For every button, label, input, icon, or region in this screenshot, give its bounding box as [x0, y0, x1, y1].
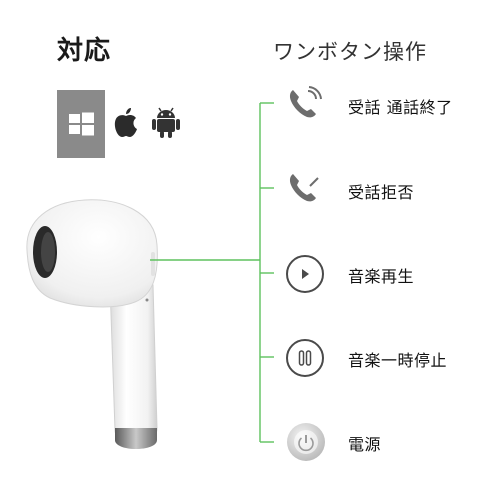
- one-button-title: ワンボタン操作: [273, 40, 427, 64]
- power-label: 電源: [348, 435, 382, 454]
- pause-button-icon: [286, 339, 324, 377]
- apple-icon: [114, 108, 137, 137]
- music-pause-label: 音楽一時停止: [348, 351, 448, 370]
- pause-icon: [298, 350, 312, 366]
- windows-icon: [69, 112, 94, 136]
- call-answer-end-label: 受話 通話終了: [348, 98, 453, 117]
- power-icon: [287, 423, 325, 461]
- music-play-label: 音楽再生: [348, 267, 415, 286]
- connector-lines: [150, 102, 274, 443]
- compatibility-title: 対応: [57, 36, 112, 66]
- play-icon: [302, 269, 309, 279]
- phone-ringing-icon: [289, 86, 322, 118]
- call-reject-label: 受話拒否: [348, 183, 415, 202]
- play-button-icon: [286, 255, 324, 293]
- phone-reject-icon: [289, 174, 319, 202]
- windows-tile: [57, 90, 105, 158]
